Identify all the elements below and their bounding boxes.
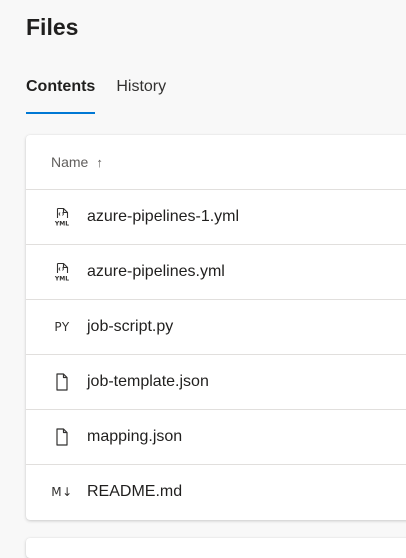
markdown-file-icon: M↓ [51, 485, 73, 499]
file-name[interactable]: README.md [87, 483, 182, 501]
file-icon [52, 427, 72, 447]
table-row[interactable]: mapping.json [26, 410, 406, 465]
tab-history[interactable]: History [116, 74, 166, 116]
table-row[interactable]: YML azure-pipelines.yml [26, 245, 406, 300]
file-name[interactable]: azure-pipelines.yml [87, 263, 225, 281]
yml-file-icon: YML [52, 262, 72, 282]
file-icon [52, 372, 72, 392]
table-header[interactable]: Name ↑ [26, 135, 406, 190]
tab-bar: Contents History [26, 74, 166, 116]
python-file-icon: PY [54, 320, 70, 334]
table-row[interactable]: PY job-script.py [26, 300, 406, 355]
sort-ascending-icon: ↑ [96, 154, 103, 170]
yml-file-icon: YML [52, 207, 72, 227]
page-title: Files [26, 14, 79, 40]
table-row[interactable]: M↓ README.md [26, 465, 406, 519]
column-header-name[interactable]: Name [51, 154, 88, 170]
files-table: Name ↑ YML azure-pipelines-1.yml YML azu… [26, 135, 406, 520]
table-row[interactable]: job-template.json [26, 355, 406, 410]
file-name[interactable]: job-script.py [87, 318, 173, 336]
file-name[interactable]: azure-pipelines-1.yml [87, 208, 239, 226]
file-name[interactable]: job-template.json [87, 373, 209, 391]
svg-text:YML: YML [54, 221, 69, 228]
svg-text:YML: YML [54, 276, 69, 283]
table-row[interactable]: YML azure-pipelines-1.yml [26, 190, 406, 245]
tab-contents[interactable]: Contents [26, 74, 96, 116]
secondary-card [26, 538, 406, 558]
file-name[interactable]: mapping.json [87, 428, 182, 446]
